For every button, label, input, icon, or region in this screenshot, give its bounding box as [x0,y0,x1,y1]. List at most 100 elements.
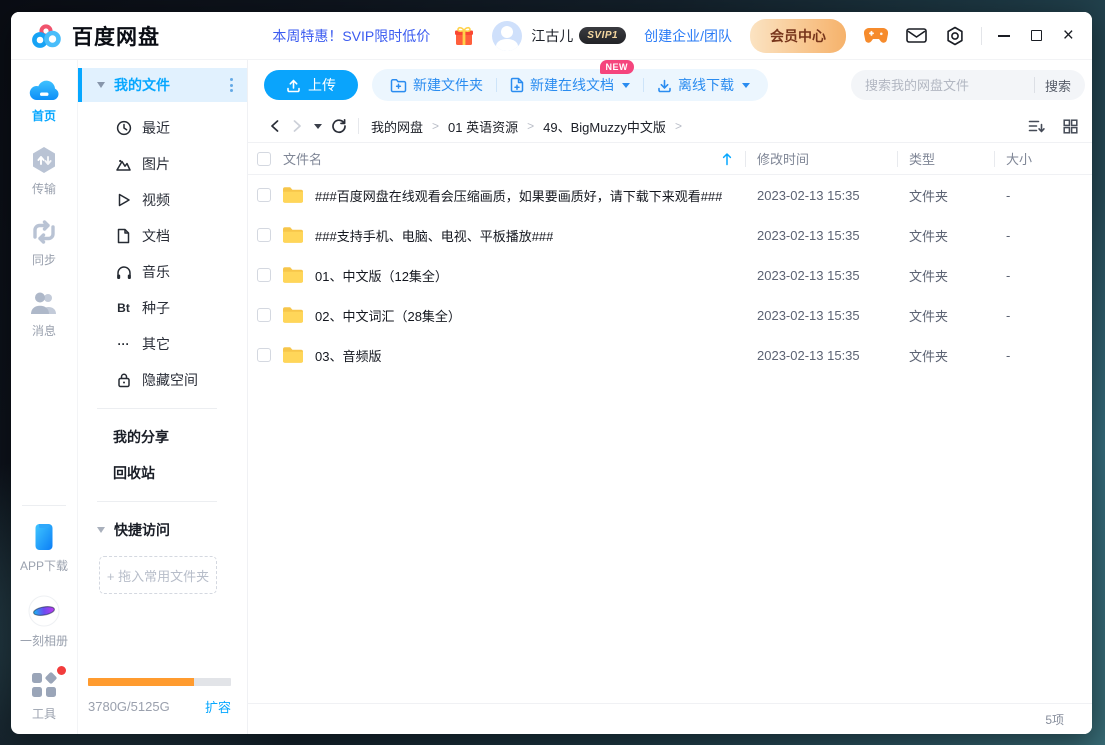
minimize-button[interactable] [996,28,1012,44]
breadcrumb-item[interactable]: 01 英语资源 [448,117,518,136]
column-header-size[interactable]: 大小 [994,149,1092,168]
column-header-name[interactable]: 文件名 [283,149,322,168]
row-checkbox[interactable] [257,268,271,282]
search-input[interactable] [865,78,1028,93]
mail-icon[interactable] [906,27,927,44]
row-checkbox[interactable] [257,188,271,202]
app-title: 百度网盘 [72,21,160,51]
cell-type: 文件夹 [897,266,994,285]
caret-down-icon [97,82,105,88]
sidebar-item-videos[interactable]: 视频 [78,182,247,218]
avatar[interactable] [492,21,522,51]
column-header-type[interactable]: 类型 [897,149,994,168]
file-name[interactable]: 01、中文版（12集全） [315,266,448,285]
maximize-button[interactable] [1028,28,1044,44]
select-all-checkbox[interactable] [257,152,271,166]
file-name[interactable]: ###百度网盘在线观看会压缩画质，如果要画质好，请下载下来观看### [315,186,722,205]
cell-type: 文件夹 [897,226,994,245]
item-count: 5项 [1045,711,1064,728]
table-row[interactable]: ###百度网盘在线观看会压缩画质，如果要画质好，请下载下来观看### 2023-… [248,175,1092,215]
breadcrumb-separator: > [432,119,439,133]
cell-type: 文件夹 [897,346,994,365]
new-doc-icon [510,77,524,93]
table-row[interactable]: ###支持手机、电脑、电视、平板播放### 2023-02-13 15:35 文… [248,215,1092,255]
quick-access-dropzone[interactable]: + 拖入常用文件夹 [99,556,217,594]
file-name[interactable]: ###支持手机、电脑、电视、平板播放### [315,226,553,245]
breadcrumb-item[interactable]: 我的网盘 [371,117,423,136]
upload-button[interactable]: 上传 [264,70,358,100]
promo-link[interactable]: 本周特惠！SVIP限时低价 [272,26,430,46]
more-options-icon[interactable] [230,78,233,92]
document-icon [115,228,132,244]
sidebar-item-recent[interactable]: 最近 [78,110,247,146]
caret-down-icon [622,83,630,88]
storage-bar [88,678,231,686]
cell-modified: 2023-02-13 15:35 [745,268,897,283]
create-team-link[interactable]: 创建企业/团队 [644,26,732,46]
photo-album-icon [28,595,60,627]
breadcrumb-item[interactable]: 49、BigMuzzy中文版 [543,117,666,136]
cell-modified: 2023-02-13 15:35 [745,228,897,243]
sort-order-toggle[interactable] [1028,118,1046,134]
history-dropdown-icon[interactable] [314,124,322,129]
row-checkbox[interactable] [257,228,271,242]
folder-icon [281,305,305,325]
rail-item-photos[interactable]: 一刻相册 [20,595,68,649]
notification-dot [57,666,66,675]
forward-button[interactable] [286,115,308,137]
bt-icon: Bt [115,301,132,315]
file-name[interactable]: 02、中文词汇（28集全） [315,306,461,325]
sidebar-item-my-share[interactable]: 我的分享 [78,419,247,455]
sidebar-item-documents[interactable]: 文档 [78,218,247,254]
close-button[interactable]: × [1060,28,1076,44]
sidebar-item-my-files[interactable]: 我的文件 [78,68,247,102]
sidebar-item-torrents[interactable]: Bt 种子 [78,290,247,326]
phone-icon [33,522,55,552]
table-row[interactable]: 02、中文词汇（28集全） 2023-02-13 15:35 文件夹 - [248,295,1092,335]
row-checkbox[interactable] [257,308,271,322]
row-checkbox[interactable] [257,348,271,362]
headphones-icon [115,265,132,280]
sidebar-item-recycle-bin[interactable]: 回收站 [78,455,247,491]
cloud-icon [27,76,61,102]
username[interactable]: 江古儿 [531,26,573,46]
member-center-button[interactable]: 会员中心 [750,19,846,53]
new-folder-icon [390,78,407,93]
settings-icon[interactable] [945,26,965,46]
sidebar-item-pictures[interactable]: 图片 [78,146,247,182]
rail-item-app-download[interactable]: APP下载 [20,522,68,574]
rail-item-home[interactable]: 首页 [27,76,61,124]
rail-item-tools[interactable]: 工具 [29,670,59,722]
game-center-icon[interactable] [864,27,888,45]
rail-item-messages[interactable]: 消息 [28,289,60,339]
folder-icon [281,225,305,245]
gift-icon[interactable] [452,24,476,48]
cell-size: - [994,188,1092,203]
grid-view-toggle[interactable] [1063,119,1078,134]
refresh-button[interactable] [328,115,350,137]
table-row[interactable]: 03、音频版 2023-02-13 15:35 文件夹 - [248,335,1092,375]
new-online-doc-button[interactable]: NEW 新建在线文档 [510,75,630,95]
vip-badge[interactable]: SVIP1 [579,27,626,44]
expand-storage-link[interactable]: 扩容 [205,697,231,716]
rail-item-sync[interactable]: 同步 [29,218,59,268]
new-folder-button[interactable]: 新建文件夹 [390,75,483,95]
sidebar-item-quick-access[interactable]: 快捷访问 [78,512,247,548]
back-button[interactable] [264,115,286,137]
offline-download-button[interactable]: 离线下载 [657,75,750,95]
search-submit-button[interactable]: 搜索 [1045,76,1071,95]
app-logo: 百度网盘 [31,21,160,51]
column-header-modified[interactable]: 修改时间 [745,149,897,168]
folder-icon [281,265,305,285]
sidebar-item-music[interactable]: 音乐 [78,254,247,290]
file-list: ###百度网盘在线观看会压缩画质，如果要画质好，请下载下来观看### 2023-… [248,175,1092,734]
sidebar-item-others[interactable]: ··· 其它 [78,326,247,362]
sort-ascending-icon[interactable] [722,152,732,166]
rail-item-transfer[interactable]: 传输 [29,145,59,197]
sync-icon [29,218,59,246]
sidebar-item-hidden-space[interactable]: 隐藏空间 [78,362,247,398]
table-header: 文件名 修改时间 类型 大小 [248,143,1092,175]
table-row[interactable]: 01、中文版（12集全） 2023-02-13 15:35 文件夹 - [248,255,1092,295]
cell-modified: 2023-02-13 15:35 [745,308,897,323]
file-name[interactable]: 03、音频版 [315,346,381,365]
